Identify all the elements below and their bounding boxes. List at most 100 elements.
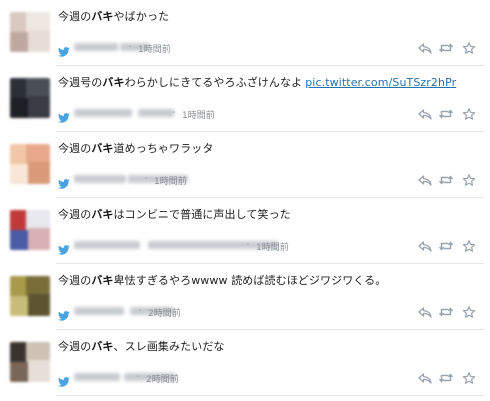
avatar[interactable] xyxy=(10,276,50,316)
tweet-timestamp[interactable]: 2時間前 xyxy=(148,306,181,319)
tweet-text-segment: 今週の xyxy=(58,208,92,221)
twitter-bird-icon xyxy=(58,42,70,57)
tweet-timestamp[interactable]: 1時間前 xyxy=(138,42,171,55)
tweet-meta: -1時間前 xyxy=(58,239,410,255)
avatar[interactable] xyxy=(10,210,50,250)
retweet-icon[interactable] xyxy=(439,240,453,252)
separator-dot: - xyxy=(246,239,250,250)
tweet-feed: 今週のバキやばかった -1時間前 今週号のバキわらかしにきてるやろふざけんなよ pic… xyxy=(0,0,490,401)
tweet-text-segment: わらかしにきてるやろふざけんなよ xyxy=(124,76,303,89)
tweet-meta: -1時間前 xyxy=(58,173,410,189)
tweet-keyword: バキ xyxy=(91,208,114,221)
tweet-text: 今週号のバキわらかしにきてるやろふざけんなよ pic.twitter.com/Su… xyxy=(58,74,456,90)
separator-dot: - xyxy=(136,371,140,382)
tweet-text-segment: 道めっちゃワラッタ xyxy=(113,142,214,155)
tweet-text-segment: 今週の xyxy=(58,340,92,353)
avatar-pixel-block xyxy=(28,294,50,316)
star-icon[interactable] xyxy=(462,372,476,384)
reply-icon[interactable] xyxy=(418,42,432,54)
tweet-meta: -1時間前 xyxy=(58,107,410,123)
tweet-actions xyxy=(418,372,476,386)
tweet-divider xyxy=(56,395,484,396)
tweet-item[interactable]: 今週号のバキわらかしにきてるやろふざけんなよ pic.twitter.com/Su… xyxy=(0,66,490,132)
separator-dot: - xyxy=(172,107,176,118)
avatar[interactable] xyxy=(10,12,50,52)
retweet-icon[interactable] xyxy=(439,372,453,384)
tweet-keyword: バキ xyxy=(91,142,114,155)
redacted-username xyxy=(74,175,126,183)
separator-dot: - xyxy=(128,41,132,52)
tweet-text-segment: はコンビニで普通に声出して笑った xyxy=(113,208,291,221)
retweet-icon[interactable] xyxy=(439,174,453,186)
tweet-timestamp[interactable]: 1時間前 xyxy=(256,240,289,253)
tweet-keyword: バキ xyxy=(102,76,125,89)
avatar-pixel-block xyxy=(28,96,50,118)
tweet-text-segment: 今週号の xyxy=(58,76,103,89)
tweet-text: 今週のバキ道めっちゃワラッタ xyxy=(58,140,213,156)
tweet-meta: -2時間前 xyxy=(58,371,410,387)
redacted-username xyxy=(74,373,120,381)
star-icon[interactable] xyxy=(462,42,476,54)
tweet-item[interactable]: 今週のバキ道めっちゃワラッタ -1時間前 xyxy=(0,132,490,198)
twitter-bird-icon xyxy=(58,108,70,123)
tweet-actions xyxy=(418,306,476,320)
tweet-keyword: バキ xyxy=(91,340,114,353)
star-icon[interactable] xyxy=(462,240,476,252)
tweet-actions xyxy=(418,108,476,122)
avatar[interactable] xyxy=(10,144,50,184)
tweet-text: 今週のバキ卑怯すぎるやろwwww 読めば読むほどジワジワくる。 xyxy=(58,272,386,288)
separator-dot: - xyxy=(138,305,142,316)
avatar-pixel-block xyxy=(28,360,50,382)
reply-icon[interactable] xyxy=(418,174,432,186)
tweet-text-segment: 卑怯すぎるやろwwww 読めば読むほどジワジワくる。 xyxy=(113,274,387,287)
star-icon[interactable] xyxy=(462,174,476,186)
avatar[interactable] xyxy=(10,342,50,382)
redacted-username xyxy=(74,241,140,249)
tweet-meta: -2時間前 xyxy=(58,305,410,321)
tweet-keyword: バキ xyxy=(91,274,114,287)
tweet-keyword: バキ xyxy=(91,10,114,23)
tweet-item[interactable]: 今週のバキ卑怯すぎるやろwwww 読めば読むほどジワジワくる。 -2時間前 xyxy=(0,264,490,330)
tweet-timestamp[interactable]: 2時間前 xyxy=(146,372,179,385)
tweet-text-segment: 今週の xyxy=(58,10,92,23)
tweet-text: 今週のバキ、スレ画集みたいだな xyxy=(58,338,225,354)
tweet-item[interactable]: 今週のバキやばかった -1時間前 xyxy=(0,0,490,66)
tweet-text-segment: 今週の xyxy=(58,142,92,155)
reply-icon[interactable] xyxy=(418,240,432,252)
twitter-bird-icon xyxy=(58,174,70,189)
tweet-text-segment: やばかった xyxy=(113,10,170,23)
avatar-pixel-block xyxy=(28,228,50,250)
redacted-username xyxy=(74,43,118,51)
avatar[interactable] xyxy=(10,78,50,118)
redacted-username xyxy=(74,109,132,117)
tweet-text-segment: 今週の xyxy=(58,274,92,287)
tweet-actions xyxy=(418,174,476,188)
tweet-text: 今週のバキやばかった xyxy=(58,8,169,24)
retweet-icon[interactable] xyxy=(439,306,453,318)
retweet-icon[interactable] xyxy=(439,42,453,54)
tweet-text: 今週のバキはコンビニで普通に声出して笑った xyxy=(58,206,291,222)
redacted-username xyxy=(138,109,174,117)
tweet-actions xyxy=(418,42,476,56)
retweet-icon[interactable] xyxy=(439,108,453,120)
twitter-bird-icon xyxy=(58,240,70,255)
tweet-timestamp[interactable]: 1時間前 xyxy=(154,174,187,187)
reply-icon[interactable] xyxy=(418,108,432,120)
separator-dot: - xyxy=(144,173,148,184)
twitter-bird-icon xyxy=(58,372,70,387)
reply-icon[interactable] xyxy=(418,306,432,318)
tweet-actions xyxy=(418,240,476,254)
tweet-meta: -1時間前 xyxy=(58,41,410,57)
reply-icon[interactable] xyxy=(418,372,432,384)
star-icon[interactable] xyxy=(462,306,476,318)
twitter-bird-icon xyxy=(58,306,70,321)
star-icon[interactable] xyxy=(462,108,476,120)
tweet-item[interactable]: 今週のバキはコンビニで普通に声出して笑った -1時間前 xyxy=(0,198,490,264)
tweet-timestamp[interactable]: 1時間前 xyxy=(182,108,215,121)
avatar-pixel-block xyxy=(28,30,50,52)
tweet-text-segment: 、スレ画集みたいだな xyxy=(113,340,225,353)
tweet-link[interactable]: pic.twitter.com/SuTSzr2hPr xyxy=(305,76,456,89)
tweet-item[interactable]: 今週のバキ、スレ画集みたいだな -2時間前 xyxy=(0,330,490,396)
redacted-username xyxy=(74,307,124,315)
avatar-pixel-block xyxy=(28,162,50,184)
